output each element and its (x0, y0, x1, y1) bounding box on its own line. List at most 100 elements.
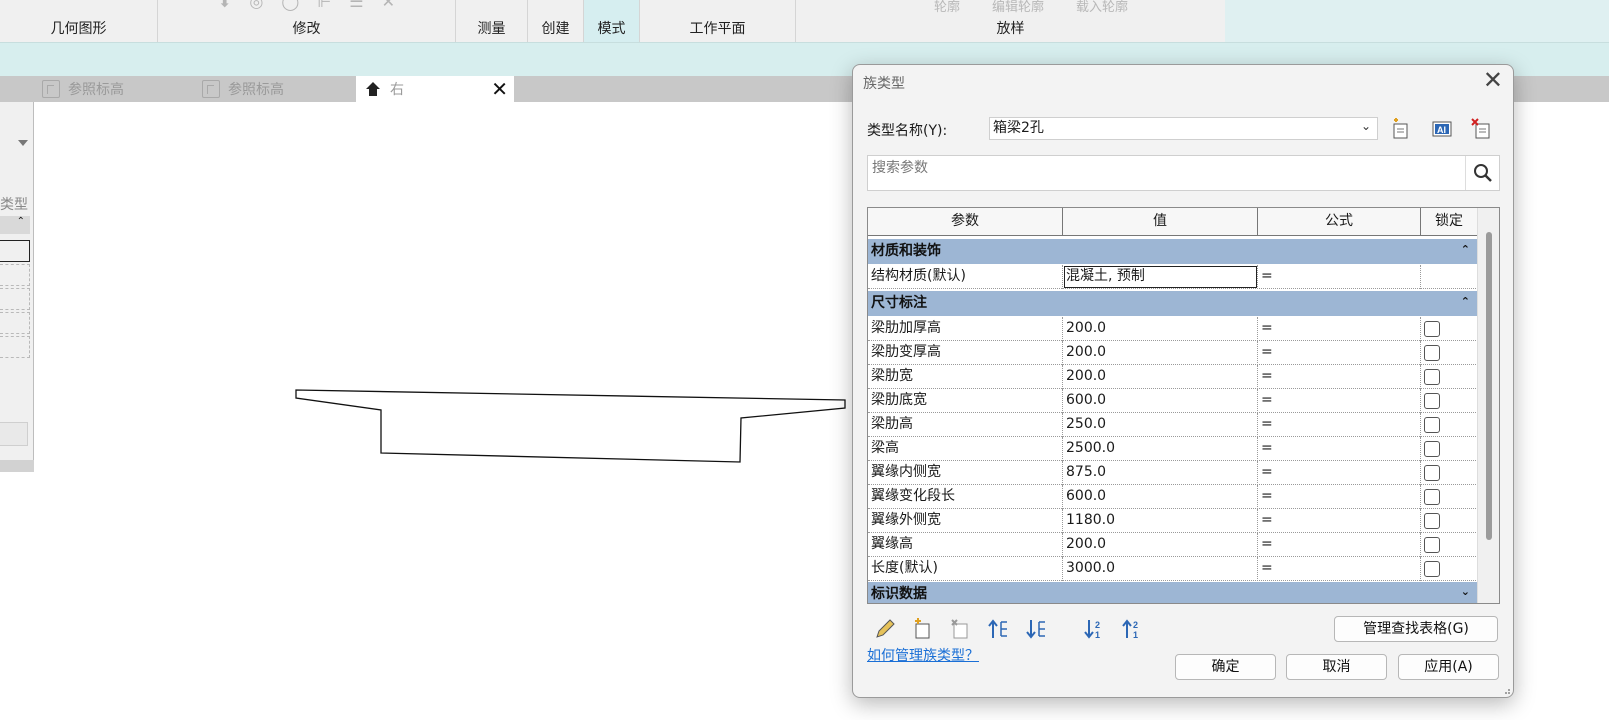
array-icon[interactable]: ☰ (349, 0, 363, 11)
parameter-value[interactable]: 875.0 (1063, 461, 1258, 485)
parameter-row[interactable]: 梁肋宽 200.0 = (868, 365, 1478, 389)
property-cell[interactable] (0, 288, 30, 310)
parameter-value[interactable]: 3000.0 (1063, 557, 1258, 581)
expand-chevron-icon[interactable]: ⌄ (1461, 579, 1470, 603)
parameter-formula[interactable]: = (1258, 557, 1421, 581)
profile-tool[interactable]: 轮廓 (934, 0, 960, 15)
view-tab[interactable]: 参照标高 (194, 76, 354, 102)
parameter-row[interactable]: 翼缘内侧宽 875.0 = (868, 461, 1478, 485)
ribbon-group-measure[interactable]: 测量 (456, 0, 528, 42)
modify-tool-icons[interactable]: ⬇ ◎ ◯ ⊩ ☰ ✕ (158, 0, 455, 11)
column-header-formula[interactable]: 公式 (1258, 208, 1421, 236)
parameter-value[interactable]: 600.0 (1063, 389, 1258, 413)
ribbon-group-create[interactable]: 创建 (528, 0, 584, 42)
resize-grip-icon[interactable] (1501, 685, 1511, 695)
close-tab-icon[interactable]: ✕ (491, 77, 508, 101)
lock-checkbox[interactable] (1424, 369, 1440, 385)
parameters-grid[interactable]: 参数 值 公式 锁定 材质和装饰 ⌃ 结构材质(默认) 混凝土, 预制 = 尺寸… (867, 207, 1500, 604)
column-header-parameter[interactable]: 参数 (868, 208, 1063, 236)
parameter-formula[interactable]: = (1258, 533, 1421, 557)
parameter-formula[interactable]: = (1258, 317, 1421, 341)
collapse-chevron-icon[interactable]: ⌃ (1461, 289, 1470, 314)
ribbon-group-workplane[interactable]: 工作平面 (640, 0, 796, 42)
apply-button[interactable]: 应用(A) (1398, 654, 1499, 680)
column-header-lock[interactable]: 锁定 (1421, 208, 1478, 236)
lock-checkbox[interactable] (1424, 537, 1440, 553)
close-icon[interactable]: ✕ (1483, 68, 1503, 92)
parameter-formula[interactable]: = (1258, 509, 1421, 533)
lock-checkbox[interactable] (1424, 393, 1440, 409)
copy-icon[interactable]: ◎ (249, 0, 263, 11)
search-button[interactable] (1465, 156, 1499, 190)
parameter-row[interactable]: 梁高 2500.0 = (868, 437, 1478, 461)
parameter-formula[interactable]: = (1258, 389, 1421, 413)
parameter-formula[interactable]: = (1258, 365, 1421, 389)
lock-checkbox[interactable] (1424, 345, 1440, 361)
parameter-row[interactable]: 翼缘高 200.0 = (868, 533, 1478, 557)
group-header-materials[interactable]: 材质和装饰 ⌃ (868, 239, 1478, 264)
apply-properties-button[interactable] (0, 422, 28, 446)
edit-parameter-icon[interactable] (873, 618, 897, 640)
delete-parameter-icon[interactable] (949, 618, 973, 640)
property-cell[interactable] (0, 240, 30, 262)
dropdown-arrow-icon[interactable] (18, 140, 28, 146)
ribbon-group-modify[interactable]: ⬇ ◎ ◯ ⊩ ☰ ✕ 修改 (158, 0, 456, 42)
lock-checkbox[interactable] (1424, 513, 1440, 529)
parameter-value[interactable]: 250.0 (1063, 413, 1258, 437)
parameter-value[interactable]: 200.0 (1063, 533, 1258, 557)
group-header-identity[interactable]: 标识数据 ⌄ (868, 579, 1478, 603)
move-icon[interactable]: ⬇ (218, 0, 231, 11)
collapse-chevron-icon[interactable]: ⌃ (1461, 237, 1470, 262)
lock-checkbox[interactable] (1424, 561, 1440, 577)
group-header-dimensions[interactable]: 尺寸标注 ⌃ (868, 291, 1478, 316)
rotate-icon[interactable]: ◯ (281, 0, 299, 11)
parameter-row[interactable]: 梁肋底宽 600.0 = (868, 389, 1478, 413)
sort-ascending-icon[interactable]: 2 1 (1083, 618, 1107, 640)
parameter-value[interactable]: 1180.0 (1063, 509, 1258, 533)
parameter-value[interactable]: 200.0 (1063, 365, 1258, 389)
new-type-icon[interactable] (1390, 118, 1412, 140)
edit-profile-tool[interactable]: 编辑轮廓 (992, 0, 1044, 15)
lock-checkbox[interactable] (1424, 321, 1440, 337)
lock-checkbox[interactable] (1424, 441, 1440, 457)
ok-button[interactable]: 确定 (1175, 654, 1276, 680)
help-link[interactable]: 如何管理族类型？ (867, 645, 979, 665)
lock-checkbox[interactable] (1424, 489, 1440, 505)
move-up-icon[interactable] (987, 618, 1011, 640)
parameter-formula[interactable]: = (1258, 461, 1421, 485)
property-cell[interactable] (0, 336, 30, 358)
parameter-row[interactable]: 长度(默认) 3000.0 = (868, 557, 1478, 581)
parameter-formula[interactable]: = (1258, 341, 1421, 365)
parameter-row[interactable]: 梁肋高 250.0 = (868, 413, 1478, 437)
column-header-value[interactable]: 值 (1063, 208, 1258, 236)
type-name-select[interactable]: 箱梁2孔 ⌄ (989, 117, 1378, 140)
sort-descending-icon[interactable]: 2 1 (1121, 618, 1145, 640)
delete-type-icon[interactable] (1471, 118, 1493, 140)
ribbon-group-geometry[interactable]: 几何图形 (0, 0, 158, 42)
view-tab[interactable]: 参照标高 (34, 76, 192, 102)
scrollbar-thumb[interactable] (1486, 232, 1492, 540)
parameter-row[interactable]: 梁肋加厚高 200.0 = (868, 317, 1478, 341)
cancel-button[interactable]: 取消 (1286, 654, 1387, 680)
parameter-value[interactable]: 2500.0 (1063, 437, 1258, 461)
rename-type-icon[interactable]: AI (1431, 118, 1453, 140)
parameter-row[interactable]: 翼缘变化段长 600.0 = (868, 485, 1478, 509)
vertical-scrollbar[interactable] (1477, 208, 1499, 603)
parameter-value[interactable]: 200.0 (1063, 341, 1258, 365)
lock-checkbox[interactable] (1424, 465, 1440, 481)
move-down-icon[interactable] (1025, 618, 1049, 640)
parameter-row[interactable]: 结构材质(默认) 混凝土, 预制 = (868, 265, 1478, 289)
parameter-formula[interactable]: = (1258, 485, 1421, 509)
lock-checkbox[interactable] (1424, 417, 1440, 433)
parameter-formula[interactable]: = (1258, 413, 1421, 437)
parameter-row[interactable]: 梁肋变厚高 200.0 = (868, 341, 1478, 365)
parameter-formula[interactable]: = (1258, 265, 1421, 289)
delete-icon[interactable]: ✕ (382, 0, 395, 11)
search-parameters-field[interactable]: 搜索参数 (867, 155, 1500, 191)
parameter-value[interactable]: 600.0 (1063, 485, 1258, 509)
align-icon[interactable]: ⊩ (317, 0, 331, 11)
load-profile-tool[interactable]: 载入轮廓 (1076, 0, 1128, 15)
property-cell[interactable] (0, 264, 30, 286)
new-parameter-icon[interactable] (911, 618, 935, 640)
parameter-value[interactable]: 200.0 (1063, 317, 1258, 341)
